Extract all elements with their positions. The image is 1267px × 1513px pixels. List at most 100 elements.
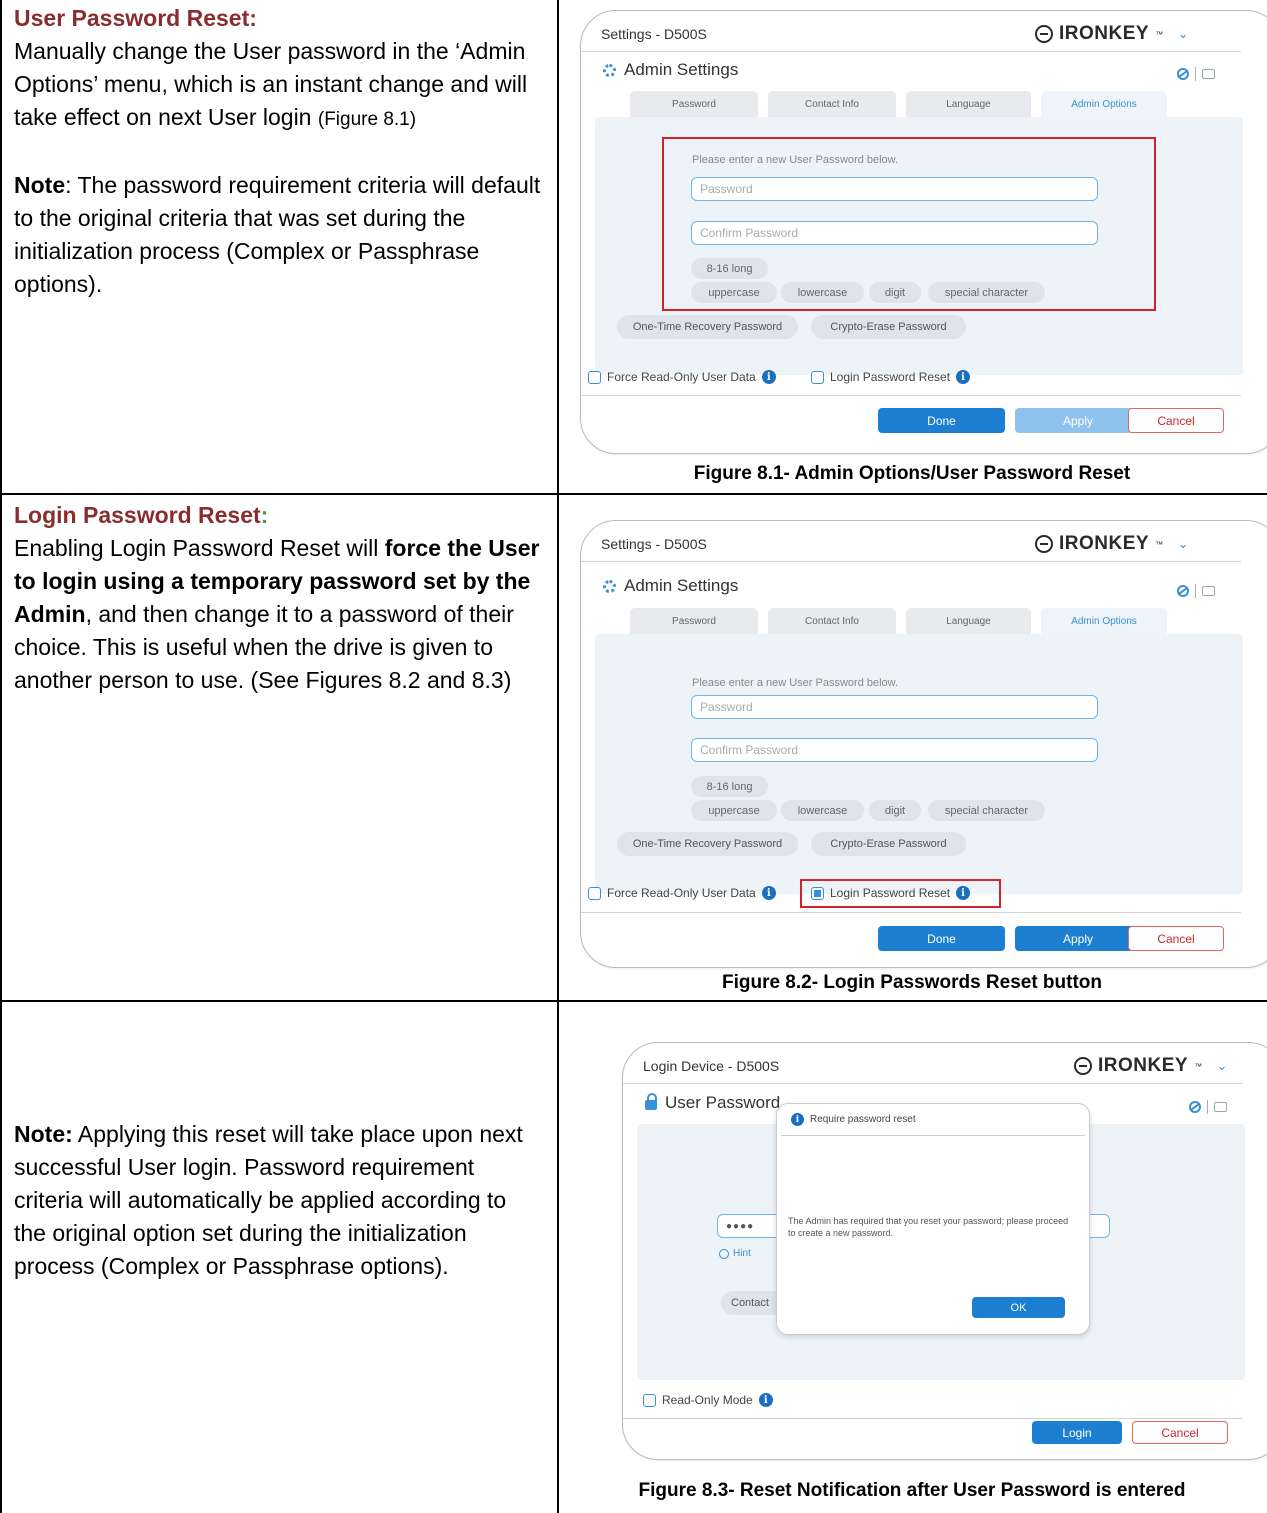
password-prompt: Please enter a new User Password below. [692,677,899,689]
ironkey-logo: IRONKEY ™ ⌄ [1035,23,1189,45]
criteria-length-chip: 8-16 long [691,258,768,279]
chevron-down-icon[interactable]: ⌄ [1178,26,1189,42]
apply-button[interactable]: Apply [1015,408,1141,433]
keyboard-icon[interactable] [1214,1102,1227,1112]
tab-password[interactable]: Password [630,608,758,634]
password-input[interactable]: Password [691,177,1098,201]
ironkey-logo-icon [1074,1057,1092,1075]
info-icon[interactable]: i [956,370,971,384]
one-time-recovery-button[interactable]: One-Time Recovery Password [617,832,798,856]
eye-toggle-icon[interactable] [1177,68,1189,80]
row1-body: Manually change the User password in the… [14,35,544,136]
brand-name: IRONKEY [1059,23,1150,44]
tab-contact-info[interactable]: Contact Info [768,91,896,117]
crypto-erase-button[interactable]: Crypto-Erase Password [811,832,966,856]
eye-toggle-icon[interactable] [1189,1101,1201,1113]
checkbox[interactable] [588,886,601,900]
criteria-length-chip: 8-16 long [691,776,768,797]
checkbox[interactable] [588,370,601,384]
apply-button[interactable]: Apply [1015,926,1141,951]
tab-admin-options[interactable]: Admin Options [1041,608,1167,634]
row1-spacer [14,136,544,169]
cancel-button[interactable]: Cancel [1128,408,1224,433]
chevron-down-icon[interactable]: ⌄ [1217,1058,1228,1074]
figure-8-2-caption: Figure 8.2- Login Passwords Reset button [721,972,1103,993]
row1-heading: User Password Reset: [14,5,257,31]
row1-note-label: Note [14,172,66,198]
readonly-mode-checkbox[interactable]: Read-Only Mode i [643,1393,773,1407]
figure-8-1-caption: Figure 8.1- Admin Options/User Password … [693,463,1131,484]
cancel-button[interactable]: Cancel [1132,1421,1228,1444]
checkbox[interactable] [643,1393,656,1407]
password-input[interactable]: Password [691,695,1098,719]
divider [1207,1100,1208,1114]
done-button[interactable]: Done [878,926,1005,951]
dialog-divider [781,1135,1085,1136]
toolbar-icons [1177,67,1215,81]
window-title: Settings - D500S [601,536,707,552]
readonly-mode-label: Read-Only Mode [662,1393,753,1407]
hint-link[interactable]: Hint [719,1248,751,1259]
crypto-erase-button[interactable]: Crypto-Erase Password [811,315,966,339]
row1-note-text: : The password requirement criteria will… [14,172,541,297]
row2-text-cell: Login Password Reset: Enabling Login Pas… [14,499,544,697]
row2-heading-text: Login Password Reset [14,502,261,528]
login-reset-checkbox[interactable]: Login Password Reset i [811,370,971,384]
confirm-password-input[interactable]: Confirm Password [691,738,1098,762]
checkbox[interactable] [811,370,824,384]
info-icon[interactable]: i [758,1393,773,1407]
confirm-password-input[interactable]: Confirm Password [691,221,1098,245]
tab-contact-info[interactable]: Contact Info [768,608,896,634]
tab-language[interactable]: Language [906,91,1031,117]
hint-icon [719,1248,729,1259]
criteria-special-chip: special character [928,282,1045,303]
info-icon[interactable]: i [761,370,776,384]
row3-note: Note: Applying this reset will take plac… [14,1118,544,1283]
row3-text-cell: Note: Applying this reset will take plac… [14,1118,544,1283]
login-button[interactable]: Login [1032,1421,1122,1444]
keyboard-icon[interactable] [1202,586,1215,596]
tab-password[interactable]: Password [630,91,758,117]
settings-window-fig1: Settings - D500S IRONKEY ™ ⌄ Admin Setting… [580,10,1267,454]
lock-icon [645,1093,657,1110]
eye-toggle-icon[interactable] [1177,585,1189,597]
checkbox-checked[interactable] [811,886,824,900]
brand-tm: ™ [1155,29,1164,39]
window-title: Settings - D500S [601,26,707,42]
criteria-uppercase-chip: uppercase [691,282,777,303]
force-readonly-label: Force Read-Only User Data [607,370,756,384]
force-readonly-checkbox[interactable]: Force Read-Only User Data i [588,370,776,384]
criteria-uppercase-chip: uppercase [691,800,777,821]
section-title: Admin Settings [603,60,738,80]
dialog-title-text: Require password reset [810,1114,916,1125]
ironkey-logo-icon [1035,25,1053,43]
tab-admin-options[interactable]: Admin Options [1041,91,1167,117]
login-reset-checkbox[interactable]: Login Password Reset i [811,886,971,900]
gear-icon [603,579,616,593]
criteria-special-chip: special character [928,800,1045,821]
footer-divider [623,1418,1243,1419]
toolbar-icons [1177,584,1215,598]
force-readonly-checkbox[interactable]: Force Read-Only User Data i [588,886,776,900]
ironkey-logo: IRONKEY ™ ⌄ [1074,1055,1228,1077]
criteria-digit-chip: digit [869,800,921,821]
keyboard-icon[interactable] [1202,69,1215,79]
info-icon[interactable]: i [956,886,971,900]
title-divider [581,561,1241,562]
one-time-recovery-button[interactable]: One-Time Recovery Password [617,315,798,339]
divider [1195,584,1196,598]
row1-note: Note: The password requirement criteria … [14,169,544,301]
tab-language[interactable]: Language [906,608,1031,634]
row2-heading-colon: : [260,502,269,528]
require-reset-dialog: i Require password reset The Admin has re… [776,1103,1090,1335]
row2-heading: Login Password Reset: [14,499,544,532]
info-icon[interactable]: i [761,886,776,900]
title-divider [623,1083,1243,1084]
chevron-down-icon[interactable]: ⌄ [1178,536,1189,552]
row1-text-cell: User Password Reset: Manually change the… [14,2,544,301]
ok-button[interactable]: OK [972,1297,1065,1318]
done-button[interactable]: Done [878,408,1005,433]
row2-body-1: Enabling Login Password Reset will [14,535,385,561]
cancel-button[interactable]: Cancel [1128,926,1224,951]
contact-label: Contact [731,1297,769,1309]
